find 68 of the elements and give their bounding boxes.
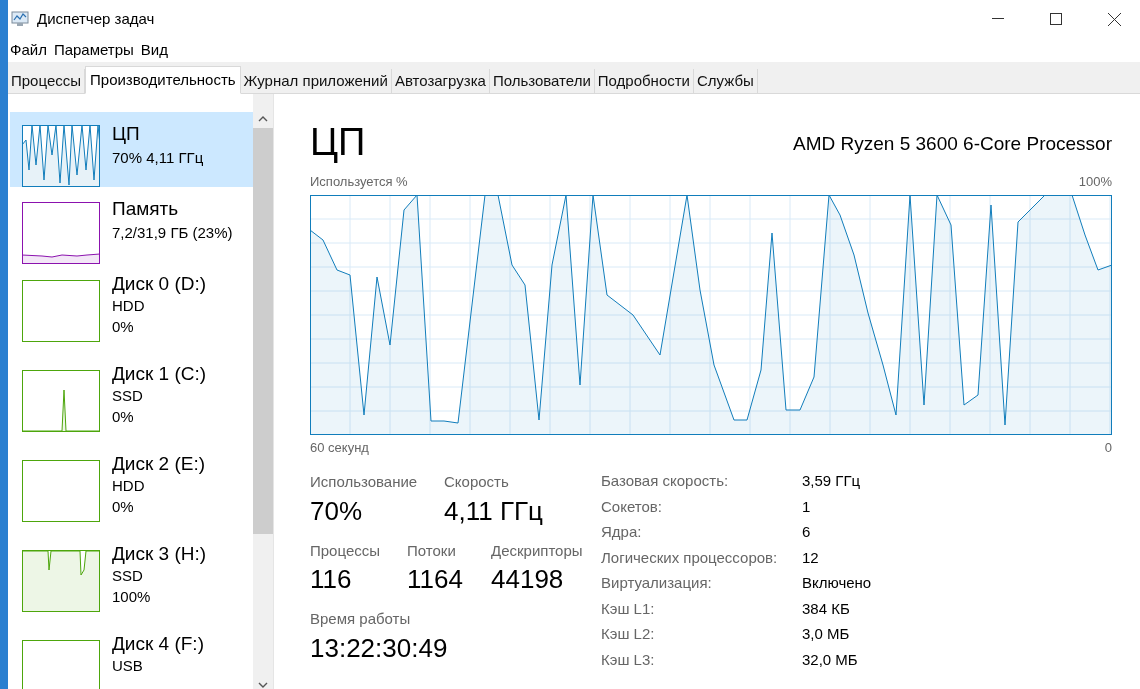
menu-item[interactable]: Вид <box>139 38 169 62</box>
spec-value: Включено <box>802 573 872 593</box>
menu-item[interactable]: Параметры <box>52 38 135 62</box>
device-type: HDD <box>112 477 146 495</box>
stat-value: 4,11 ГГц <box>444 494 544 528</box>
device-usage: 7,2/31,9 ГБ (23%) <box>112 223 233 243</box>
device-type: HDD <box>112 297 146 315</box>
scroll-up-icon[interactable] <box>258 116 268 122</box>
tab[interactable]: Журнал приложений <box>240 69 392 93</box>
spec-label: Ядра: <box>601 522 643 542</box>
graph-label: Используется % <box>310 173 408 191</box>
spec-value: 1 <box>802 496 812 517</box>
stat-value: 1164 <box>407 563 464 596</box>
close-icon <box>1107 12 1121 26</box>
device-type: SSD <box>112 567 144 585</box>
menu-item[interactable]: Файл <box>9 38 48 62</box>
window-title: Диспетчер задач <box>37 8 155 29</box>
tab[interactable]: Производительность <box>85 66 241 94</box>
stat-label: Процессы <box>310 540 381 561</box>
device-type: USB <box>112 657 144 675</box>
graph-time-label: 0 <box>1104 438 1112 457</box>
scrollbar[interactable] <box>253 94 273 689</box>
cpu-heading: ЦП <box>310 122 366 162</box>
spec-value: 12 <box>802 547 820 568</box>
device-name: ЦП <box>112 123 141 145</box>
processor-name: AMD Ryzen 5 3600 6-Core Processor <box>793 131 1112 156</box>
device-name: Диск 3 (H:) <box>112 544 207 564</box>
graph-time-label: 60 секунд <box>310 438 369 457</box>
stat-label: Использование <box>310 472 419 492</box>
device-usage: 0% <box>112 498 135 516</box>
device-type: SSD <box>112 387 144 405</box>
scrollbar-thumb[interactable] <box>253 128 273 534</box>
spec-value: 32,0 МБ <box>802 649 859 670</box>
device-name: Диск 4 (F:) <box>112 634 204 654</box>
device-name: Диск 2 (E:) <box>112 454 206 474</box>
spec-label: Логических процессоров: <box>601 547 779 568</box>
minimize-icon <box>992 18 1004 20</box>
device-name: Диск 1 (C:) <box>112 364 207 384</box>
spec-value: 3,59 ГГц <box>802 471 862 491</box>
app-icon <box>11 11 29 27</box>
spec-label: Сокетов: <box>601 496 663 517</box>
stat-value: 44198 <box>491 563 565 596</box>
maximize-icon <box>1050 13 1062 25</box>
device-usage: 70% 4,11 ГГц <box>112 148 204 168</box>
device-usage: 100% <box>112 588 152 606</box>
spec-label: Виртуализация: <box>601 573 713 593</box>
stat-value: 116 <box>310 563 353 596</box>
device-name: Память <box>112 198 180 220</box>
device-usage: 0% <box>112 318 135 336</box>
spec-value: 384 КБ <box>802 598 851 619</box>
stat-label: Время работы <box>310 609 412 629</box>
stat-label: Потоки <box>407 540 457 561</box>
spec-label: Базовая скорость: <box>601 471 730 491</box>
graph-max-label: 100% <box>1078 173 1112 191</box>
stat-value: 13:22:30:49 <box>310 631 449 665</box>
stat-label: Дескрипторы <box>491 540 584 561</box>
spec-value: 3,0 МБ <box>802 624 851 644</box>
spec-value: 6 <box>802 522 812 542</box>
device-usage: 0% <box>112 408 135 426</box>
device-name: Диск 0 (D:) <box>112 274 207 294</box>
stat-label: Скорость <box>444 472 510 492</box>
tab[interactable]: Службы <box>694 69 758 93</box>
stat-value: 70% <box>310 494 364 528</box>
spec-label: Кэш L3: <box>601 649 656 670</box>
sidebar-item[interactable]: ЦП 70% 4,11 ГГц <box>10 112 253 187</box>
scroll-down-icon[interactable] <box>258 682 268 688</box>
spec-label: Кэш L1: <box>601 598 656 619</box>
spec-label: Кэш L2: <box>601 624 656 644</box>
